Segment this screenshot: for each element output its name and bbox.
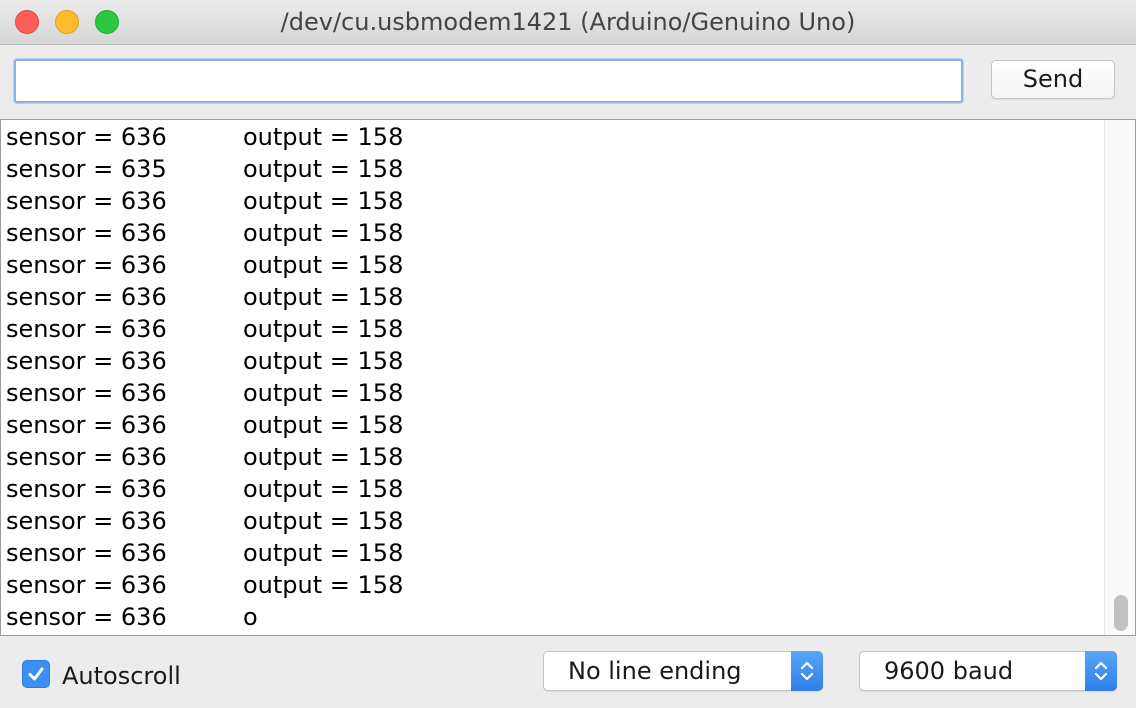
output-line: sensor = 635 output = 158 [6,153,1086,185]
output-line: sensor = 636 output = 158 [6,185,1086,217]
output-value: output = 158 [243,571,404,599]
output-value: output = 158 [243,283,404,311]
output-value: output = 158 [243,379,404,407]
output-value: output = 158 [243,475,404,503]
output-line: sensor = 636 output = 158 [6,473,1086,505]
sensor-value: sensor = 636 [6,283,167,311]
output-value: output = 158 [243,315,404,343]
output-value: output = 158 [243,155,404,183]
output-lines: sensor = 636 output = 158 sensor = 635 outp… [6,121,1086,633]
sensor-value: sensor = 636 [6,571,167,599]
serial-monitor-window: /dev/cu.usbmodem1421 (Arduino/Genuino Un… [0,0,1136,708]
sensor-value: sensor = 636 [6,123,167,151]
sensor-value: sensor = 636 [6,315,167,343]
output-value: output = 158 [243,507,404,535]
title-bar[interactable]: /dev/cu.usbmodem1421 (Arduino/Genuino Un… [0,0,1136,45]
sensor-value: sensor = 635 [6,155,167,183]
window-title: /dev/cu.usbmodem1421 (Arduino/Genuino Un… [280,8,856,36]
output-line: sensor = 636 output = 158 [6,409,1086,441]
line-ending-select[interactable]: No line ending [543,651,823,691]
sensor-value: sensor = 636 [6,411,167,439]
output-value: output = 158 [243,411,404,439]
output-line: sensor = 636 output = 158 [6,505,1086,537]
sensor-value: sensor = 636 [6,603,167,631]
sensor-value: sensor = 636 [6,187,167,215]
output-line: sensor = 636 output = 158 [6,249,1086,281]
output-line: sensor = 636 output = 158 [6,121,1086,153]
output-line: sensor = 636 output = 158 [6,377,1086,409]
output-value: output = 158 [243,347,404,375]
output-value: output = 158 [243,443,404,471]
output-line: sensor = 636 output = 158 [6,313,1086,345]
output-line: sensor = 636 o [6,601,1086,633]
output-line: sensor = 636 output = 158 [6,537,1086,569]
sensor-value: sensor = 636 [6,347,167,375]
output-value: output = 158 [243,539,404,567]
serial-input-field[interactable] [14,59,963,103]
sensor-value: sensor = 636 [6,379,167,407]
serial-output-area[interactable]: sensor = 636 output = 158 sensor = 635 outp… [0,119,1136,636]
output-line: sensor = 636 output = 158 [6,345,1086,377]
output-value: o [243,603,258,631]
sensor-value: sensor = 636 [6,251,167,279]
output-line: sensor = 636 output = 158 [6,281,1086,313]
autoscroll-label: Autoscroll [62,662,181,690]
send-button[interactable]: Send [991,60,1115,99]
output-line: sensor = 636 output = 158 [6,217,1086,249]
output-value: output = 158 [243,219,404,247]
sensor-value: sensor = 636 [6,475,167,503]
baud-rate-value: 9600 baud [884,657,1014,685]
sensor-value: sensor = 636 [6,507,167,535]
vertical-scrollbar[interactable] [1104,120,1135,635]
checkmark-icon [28,667,44,681]
output-value: output = 158 [243,123,404,151]
output-value: output = 158 [243,187,404,215]
sensor-value: sensor = 636 [6,219,167,247]
sensor-value: sensor = 636 [6,539,167,567]
baud-rate-dropdown-button[interactable] [1085,651,1117,691]
output-line: sensor = 636 output = 158 [6,569,1086,601]
sensor-value: sensor = 636 [6,443,167,471]
updown-chevron-icon [800,661,814,681]
updown-chevron-icon [1094,661,1108,681]
line-ending-value: No line ending [568,657,742,685]
autoscroll-checkbox[interactable] [22,660,50,688]
scrollbar-thumb[interactable] [1114,595,1128,631]
baud-rate-select[interactable]: 9600 baud [859,651,1117,691]
autoscroll-control[interactable]: Autoscroll [22,659,181,690]
output-value: output = 158 [243,251,404,279]
line-ending-dropdown-button[interactable] [791,651,823,691]
output-line: sensor = 636 output = 158 [6,441,1086,473]
